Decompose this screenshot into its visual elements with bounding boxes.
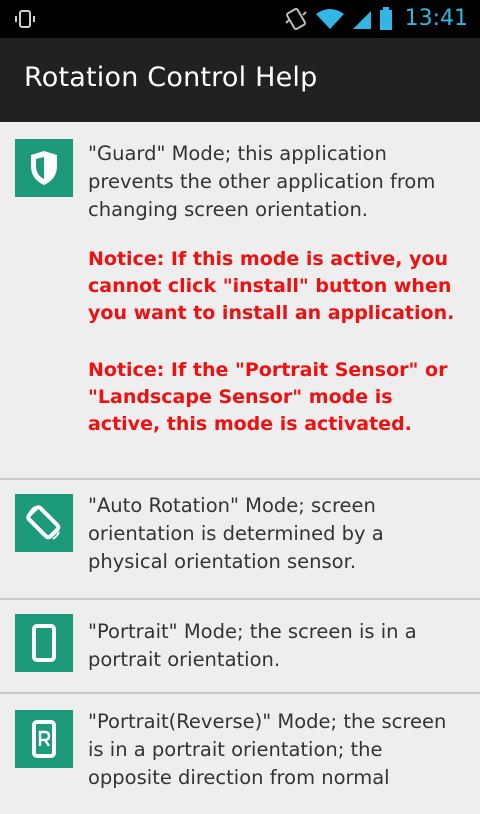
portrait-reverse-icon-tile xyxy=(15,710,73,768)
shield-icon xyxy=(31,151,57,185)
battery-icon xyxy=(379,7,392,30)
screen-rotation-icon xyxy=(15,10,35,28)
portrait-icon-tile xyxy=(15,614,73,672)
list-item: "Guard" Mode; this application prevents … xyxy=(0,122,480,480)
signal-icon xyxy=(352,11,371,29)
mode-description: "Guard" Mode; this application prevents … xyxy=(88,142,436,221)
notice-text: Notice: If the "Portrait Sensor" or "Lan… xyxy=(88,359,448,435)
clock: 13:41 xyxy=(404,6,468,31)
status-bar: 13:41 xyxy=(0,0,480,38)
portrait-phone-icon xyxy=(32,624,56,662)
auto-rotate-icon xyxy=(26,505,61,540)
portrait-reverse-icon xyxy=(32,720,56,758)
guard-mode-icon-tile xyxy=(15,139,73,197)
mode-description: "Auto Rotation" Mode; screen orientation… xyxy=(88,494,384,573)
page-title: Rotation Control Help xyxy=(24,62,318,93)
mode-description: "Portrait" Mode; the screen is in a port… xyxy=(88,620,417,671)
mode-description: "Portrait(Reverse)" Mode; the screen is … xyxy=(88,710,447,789)
list-item: "Portrait(Reverse)" Mode; the screen is … xyxy=(0,694,480,814)
app-bar: Rotation Control Help xyxy=(0,38,480,122)
list-item: "Auto Rotation" Mode; screen orientation… xyxy=(0,480,480,600)
auto-rotation-icon-tile xyxy=(15,494,73,552)
list-item: "Portrait" Mode; the screen is in a port… xyxy=(0,600,480,694)
notice-text: Notice: If this mode is active, you cann… xyxy=(88,248,455,324)
wifi-icon xyxy=(315,9,344,29)
vibrate-icon xyxy=(284,7,307,31)
help-list: "Guard" Mode; this application prevents … xyxy=(0,122,480,814)
